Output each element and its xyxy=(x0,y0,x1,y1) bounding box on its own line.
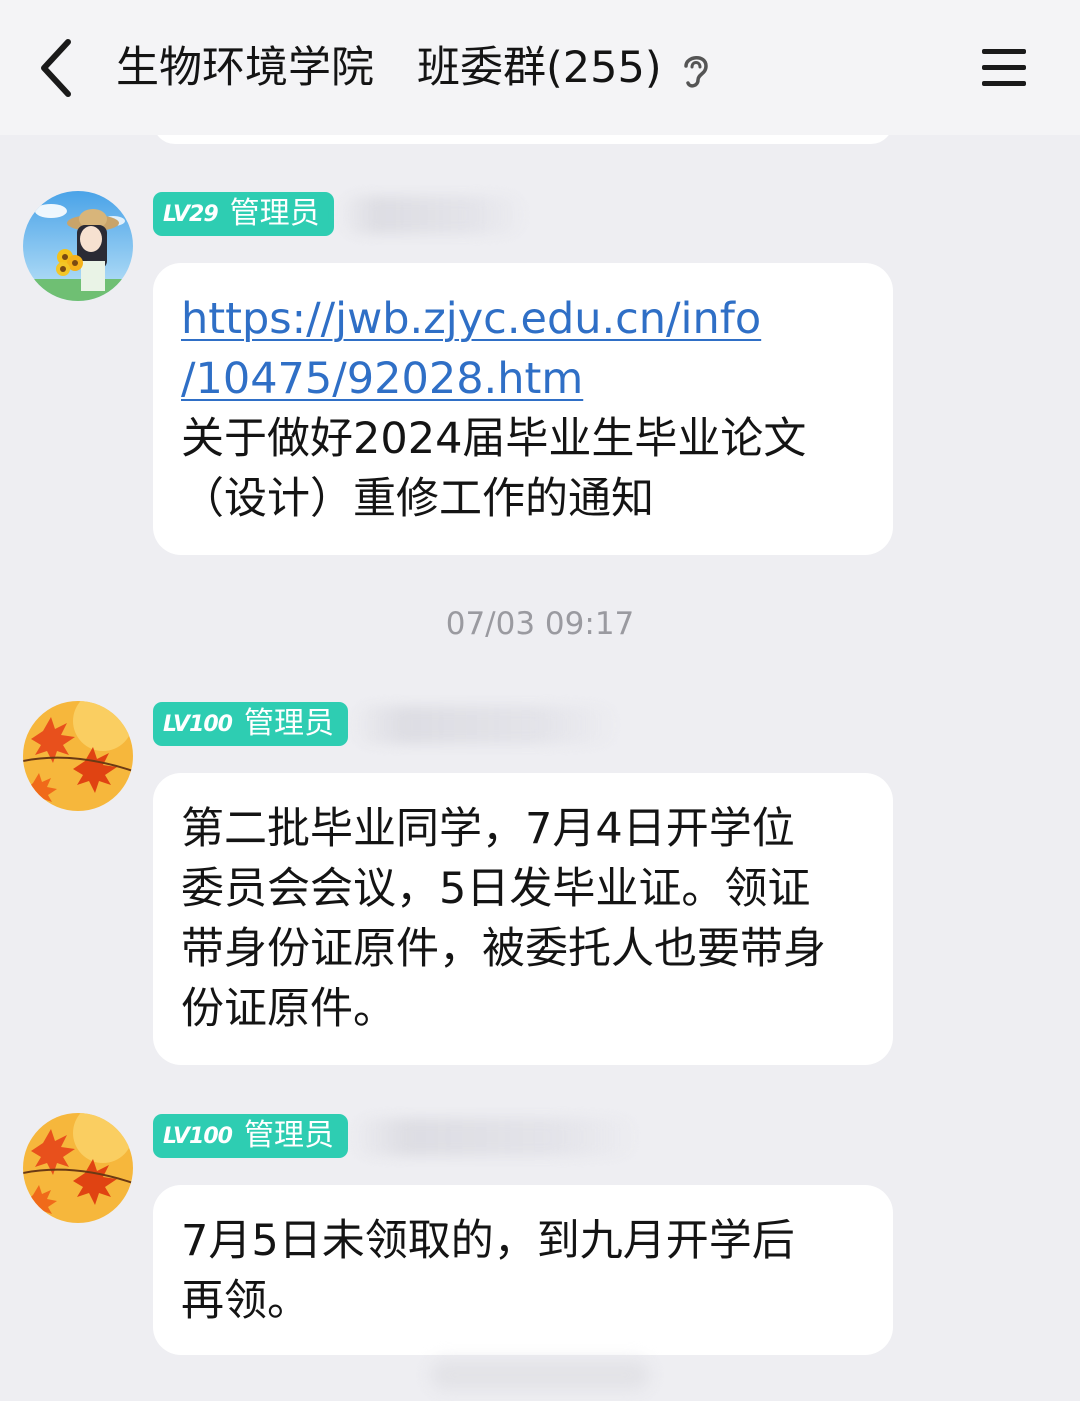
message-text: 关于做好2024届毕业生毕业论文 xyxy=(181,414,807,464)
message-bubble[interactable]: 7月5日未领取的，到九月开学后 再领。 xyxy=(153,1185,893,1355)
level-label: LV29 xyxy=(163,201,219,227)
level-label: LV100 xyxy=(163,711,233,737)
message-text: 带身份证原件，被委托人也要带身 xyxy=(181,924,826,974)
chat-title[interactable]: 生物环境学院 班委群(255) xyxy=(116,36,662,100)
admin-badge: LV100 管理员 xyxy=(153,1114,348,1158)
sender-name-redacted xyxy=(338,196,528,234)
message-bubble[interactable]: https://jwb.zjyc.edu.cn/info /10475/9202… xyxy=(153,263,893,555)
level-label: LV100 xyxy=(163,1123,233,1149)
message-text: 份证原件。 xyxy=(181,984,396,1034)
ear-icon[interactable] xyxy=(678,50,714,90)
message-text: 委员会会议，5日发毕业证。领证 xyxy=(181,864,811,914)
message-text: （设计）重修工作的通知 xyxy=(181,474,654,524)
menu-button[interactable] xyxy=(978,44,1032,92)
message-text: 再领。 xyxy=(181,1276,310,1326)
message-bubble[interactable]: 第二批毕业同学，7月4日开学位 委员会会议，5日发毕业证。领证 带身份证原件，被… xyxy=(153,773,893,1065)
hamburger-menu-icon xyxy=(982,49,1026,86)
avatar[interactable] xyxy=(23,701,133,811)
admin-badge: LV29 管理员 xyxy=(153,192,334,236)
role-label: 管理员 xyxy=(243,706,334,741)
chat-header: 生物环境学院 班委群(255) xyxy=(0,0,1080,135)
message-text: 7月5日未领取的，到九月开学后 xyxy=(181,1216,795,1266)
admin-badge: LV100 管理员 xyxy=(153,702,348,746)
chevron-left-icon xyxy=(41,39,71,97)
sender-name-redacted xyxy=(350,706,620,744)
message-text: 第二批毕业同学，7月4日开学位 xyxy=(181,804,795,854)
role-label: 管理员 xyxy=(243,1118,334,1153)
sender-name-redacted xyxy=(350,1118,640,1156)
message-link[interactable]: https://jwb.zjyc.edu.cn/info xyxy=(181,289,865,349)
avatar[interactable] xyxy=(23,191,133,301)
message-link[interactable]: /10475/92028.htm xyxy=(181,349,865,409)
role-label: 管理员 xyxy=(229,196,320,231)
back-button[interactable] xyxy=(28,30,88,106)
avatar[interactable] xyxy=(23,1113,133,1223)
redacted-area xyxy=(430,1360,650,1390)
timestamp: 07/03 09:17 xyxy=(445,606,635,642)
